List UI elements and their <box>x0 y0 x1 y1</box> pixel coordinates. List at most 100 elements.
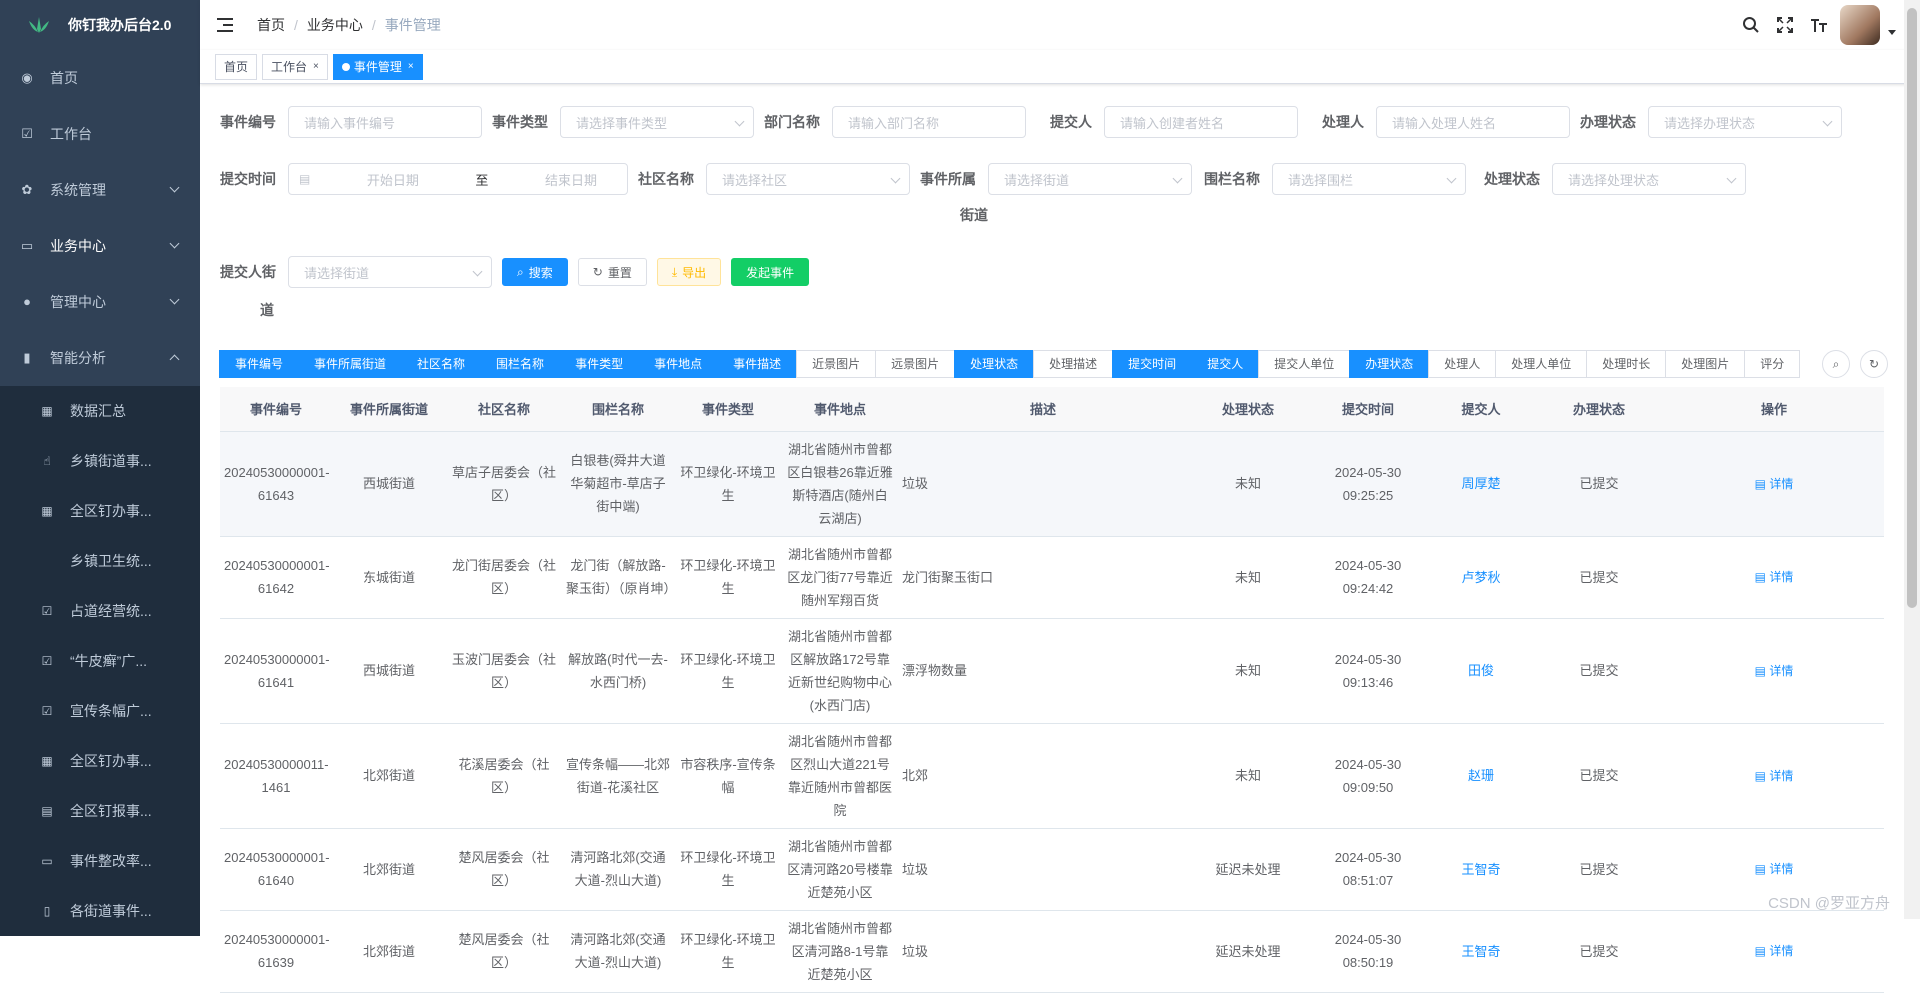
process-status-select[interactable]: 请选择处理状态 <box>1552 163 1746 195</box>
start-date[interactable]: 开始日期 <box>367 170 419 189</box>
sidebar-subitem-3[interactable]: 乡镇卫生统... <box>0 536 200 586</box>
toggle-search-button[interactable]: ⌕ <box>1822 350 1850 378</box>
search-button[interactable]: ⌕搜索 <box>502 258 568 286</box>
search-icon[interactable] <box>1742 16 1760 34</box>
table-cell: 楚风居委会（社区） <box>446 910 562 992</box>
sidebar-subitem-2[interactable]: ▦全区钉办事... <box>0 486 200 536</box>
sidebar-item-4[interactable]: ●管理中心 <box>0 274 200 330</box>
handler-input[interactable]: 请输入处理人姓名 <box>1376 106 1570 138</box>
breadcrumb-home[interactable]: 首页 <box>257 15 285 35</box>
sidebar-subitem-8[interactable]: ▤全区钉报事... <box>0 786 200 836</box>
detail-button[interactable]: ▤ 详情 <box>1755 477 1794 491</box>
column-toggle-15[interactable]: 处理人 <box>1428 350 1496 378</box>
sidebar-item-5[interactable]: ▮智能分析 <box>0 330 200 386</box>
submitter-link[interactable]: 王智奇 <box>1461 862 1500 877</box>
column-toggle-9[interactable]: 处理状态 <box>954 350 1034 378</box>
table-cell: 龙门街聚玉街口 <box>898 536 1188 618</box>
community-select[interactable]: 请选择社区 <box>706 163 910 195</box>
end-date[interactable]: 结束日期 <box>545 170 597 189</box>
table-row[interactable]: 20240530000011-1461北郊街道花溪居委会（社区）宣传条幅——北郊… <box>220 723 1884 828</box>
submitter-link[interactable]: 赵珊 <box>1468 768 1494 783</box>
sidebar-item-3[interactable]: ▭业务中心 <box>0 218 200 274</box>
table-cell: 湖北省随州市曾都区清河路8-1号靠近楚苑小区 <box>782 910 898 992</box>
caret-down-icon[interactable] <box>1888 30 1896 35</box>
column-toggle-3[interactable]: 围栏名称 <box>480 350 560 378</box>
create-event-button[interactable]: 发起事件 <box>731 258 809 286</box>
refresh-button[interactable]: ↻ <box>1860 350 1888 378</box>
sidebar-subitem-10[interactable]: ▯各街道事件... <box>0 886 200 936</box>
tag-home[interactable]: 首页 <box>215 54 257 80</box>
sidebar-subitem-7[interactable]: ▦全区钉办事... <box>0 736 200 786</box>
sidebar-item-2[interactable]: ✿系统管理 <box>0 162 200 218</box>
sidebar-subitem-5[interactable]: ☑“牛皮癣”广... <box>0 636 200 686</box>
column-toggle-5[interactable]: 事件地点 <box>638 350 718 378</box>
close-icon[interactable]: × <box>313 55 319 79</box>
hamburger-icon[interactable] <box>217 18 233 32</box>
detail-button[interactable]: ▤ 详情 <box>1755 944 1794 958</box>
column-toggle-6[interactable]: 事件描述 <box>717 350 797 378</box>
table-row[interactable]: 20240530000001-61639北郊街道楚风居委会（社区）清河路北郊(交… <box>220 910 1884 992</box>
submitter-street-select[interactable]: 请选择街道 <box>288 256 492 288</box>
fence-select[interactable]: 请选择围栏 <box>1272 163 1466 195</box>
dept-input[interactable]: 请输入部门名称 <box>832 106 1026 138</box>
detail-button[interactable]: ▤ 详情 <box>1755 570 1794 584</box>
table-row[interactable]: 20240530000001-61641西城街道玉波门居委会（社区）解放路(时代… <box>220 618 1884 723</box>
table-row[interactable]: 20240530000001-61643西城街道草店子居委会（社区）白银巷(舜井… <box>220 431 1884 536</box>
column-toggle-2[interactable]: 社区名称 <box>401 350 481 378</box>
column-toggle-11[interactable]: 提交时间 <box>1112 350 1192 378</box>
font-size-icon[interactable] <box>1810 16 1828 34</box>
column-toggle-8[interactable]: 远景图片 <box>875 350 955 378</box>
table-cell: 20240530000001-61639 <box>220 910 332 992</box>
avatar[interactable] <box>1840 5 1880 45</box>
table-row[interactable]: 20240530000001-61640北郊街道楚风居委会（社区）清河路北郊(交… <box>220 828 1884 910</box>
tag-workbench[interactable]: 工作台× <box>262 54 328 80</box>
breadcrumb-business[interactable]: 业务中心 <box>307 15 363 35</box>
submitter-link[interactable]: 田俊 <box>1468 663 1494 678</box>
sidebar-subitem-0[interactable]: ▦数据汇总 <box>0 386 200 436</box>
label-handler: 处理人 <box>1308 112 1376 132</box>
reset-button[interactable]: ↻重置 <box>578 258 647 286</box>
submitter-link[interactable]: 王智奇 <box>1461 944 1500 959</box>
column-toggle-17[interactable]: 处理时长 <box>1586 350 1666 378</box>
column-header: 处理状态 <box>1188 387 1308 431</box>
event-street-select[interactable]: 请选择街道 <box>988 163 1192 195</box>
column-toggle-16[interactable]: 处理人单位 <box>1495 350 1587 378</box>
detail-button[interactable]: ▤ 详情 <box>1755 862 1794 876</box>
submitter-link[interactable]: 周厚楚 <box>1461 476 1500 491</box>
column-toggle-13[interactable]: 提交人单位 <box>1258 350 1350 378</box>
column-toggle-4[interactable]: 事件类型 <box>559 350 639 378</box>
date-range-picker[interactable]: ▤ 开始日期 至 结束日期 <box>288 163 628 195</box>
submitter-input[interactable]: 请输入创建者姓名 <box>1104 106 1298 138</box>
event-no-input[interactable]: 请输入事件编号 <box>288 106 482 138</box>
column-toggle-1[interactable]: 事件所属街道 <box>298 350 402 378</box>
status-select[interactable]: 请选择办理状态 <box>1648 106 1842 138</box>
column-toggle-18[interactable]: 处理图片 <box>1665 350 1745 378</box>
table-row[interactable]: 20240530000001-61642东城街道龙门街居委会（社区）龙门街（解放… <box>220 536 1884 618</box>
submitter-link[interactable]: 卢梦秋 <box>1461 570 1500 585</box>
column-toggle-19[interactable]: 评分 <box>1744 350 1800 378</box>
fullscreen-icon[interactable] <box>1776 16 1794 34</box>
detail-button[interactable]: ▤ 详情 <box>1755 664 1794 678</box>
detail-button[interactable]: ▤ 详情 <box>1755 769 1794 783</box>
sidebar-subitem-4[interactable]: ☑占道经营统... <box>0 586 200 636</box>
event-type-select[interactable]: 请选择事件类型 <box>560 106 754 138</box>
column-toggle-12[interactable]: 提交人 <box>1191 350 1259 378</box>
sidebar-item-1[interactable]: ☑工作台 <box>0 106 200 162</box>
column-toggle-10[interactable]: 处理描述 <box>1033 350 1113 378</box>
event-type-placeholder: 请选择事件类型 <box>576 113 667 132</box>
column-toggle-7[interactable]: 近景图片 <box>796 350 876 378</box>
page-scrollbar[interactable] <box>1904 0 1920 919</box>
table-header-row: 事件编号事件所属街道社区名称围栏名称事件类型事件地点描述处理状态提交时间提交人办… <box>220 387 1884 431</box>
close-icon[interactable]: × <box>408 55 414 79</box>
column-toggle-0[interactable]: 事件编号 <box>219 350 299 378</box>
sidebar-subitem-9[interactable]: ▭事件整改率... <box>0 836 200 886</box>
sidebar-item-0[interactable]: ◉首页 <box>0 50 200 106</box>
logo[interactable]: 你钉我办后台2.0 <box>0 0 200 50</box>
export-button[interactable]: ⤓导出 <box>657 258 721 286</box>
sidebar-subitem-1[interactable]: ☝乡镇街道事... <box>0 436 200 486</box>
sidebar-subitem-6[interactable]: ☑宣传条幅广... <box>0 686 200 736</box>
scrollbar-thumb[interactable] <box>1907 8 1917 608</box>
column-header: 事件类型 <box>674 387 782 431</box>
tag-event-management[interactable]: 事件管理× <box>333 54 423 80</box>
column-toggle-14[interactable]: 办理状态 <box>1349 350 1429 378</box>
